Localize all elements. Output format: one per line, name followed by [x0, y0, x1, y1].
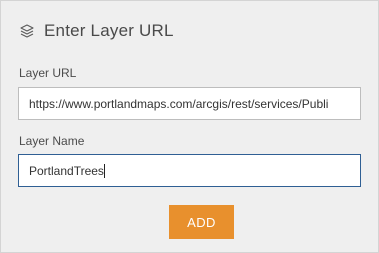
layer-name-label: Layer Name	[19, 134, 85, 148]
text-caret	[103, 163, 105, 178]
layer-url-label: Layer URL	[19, 66, 77, 80]
layer-name-input[interactable]: PortlandTrees	[18, 154, 361, 187]
enter-layer-url-panel: Enter Layer URL Layer URL https://www.po…	[0, 0, 379, 253]
layers-icon	[19, 23, 35, 39]
layer-url-input[interactable]: https://www.portlandmaps.com/arcgis/rest…	[18, 87, 361, 120]
layer-url-value: https://www.portlandmaps.com/arcgis/rest…	[29, 96, 329, 111]
panel-header: Enter Layer URL	[19, 20, 174, 42]
layer-name-value: PortlandTrees	[29, 163, 104, 178]
panel-title: Enter Layer URL	[44, 21, 174, 40]
add-button[interactable]: ADD	[169, 205, 234, 239]
